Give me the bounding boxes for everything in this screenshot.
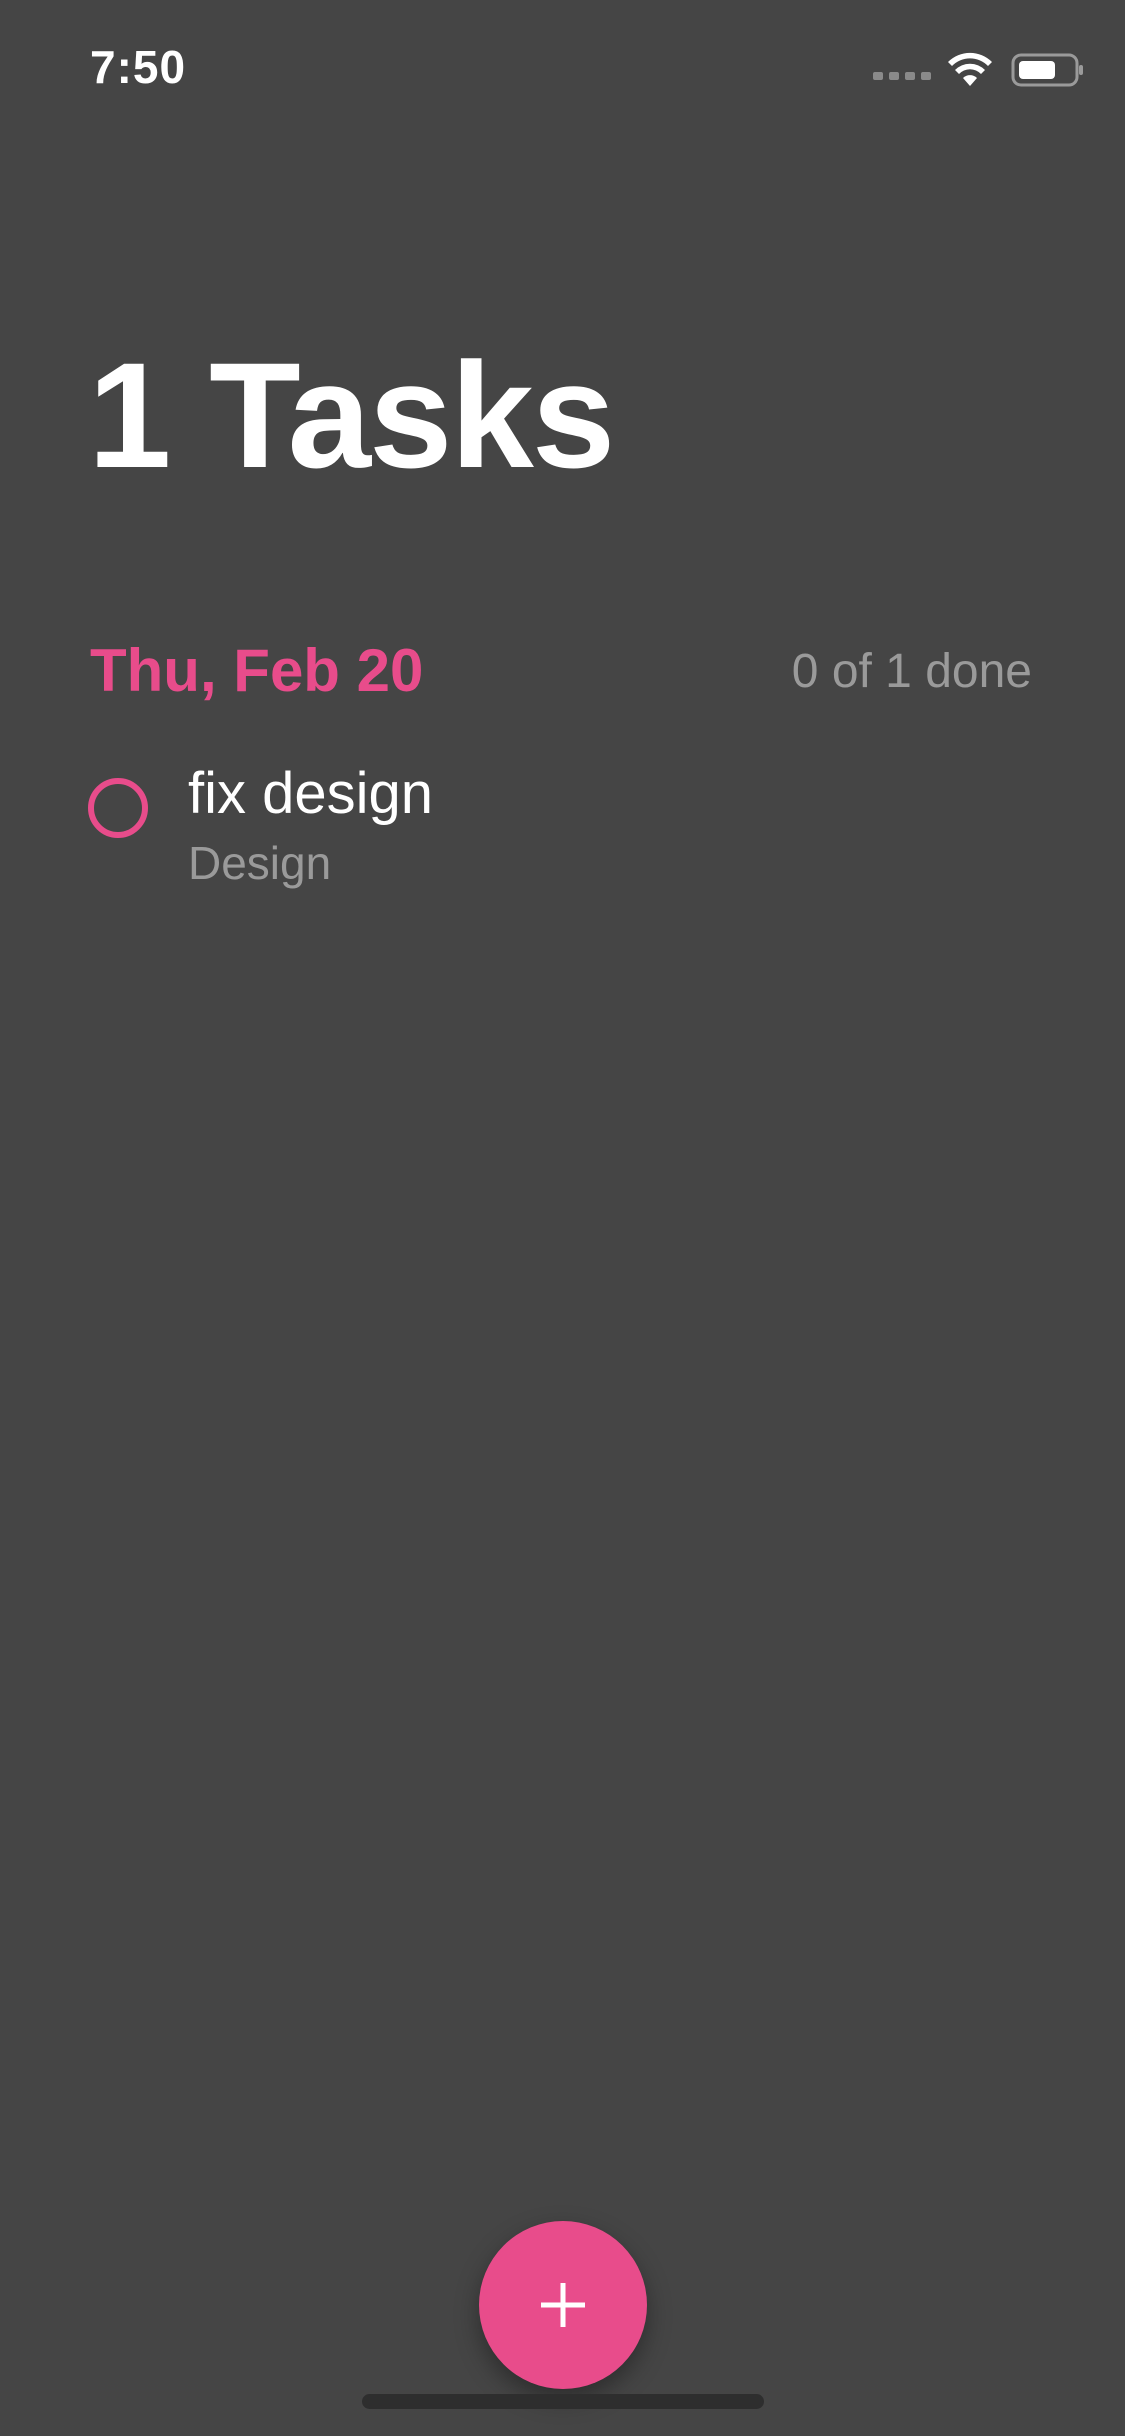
status-bar: 7:50 — [0, 0, 1125, 140]
section-header: Thu, Feb 20 0 of 1 done — [90, 636, 1032, 706]
task-category: Design — [188, 837, 332, 889]
home-indicator — [362, 2394, 764, 2409]
section-progress: 0 of 1 done — [791, 645, 1032, 698]
wifi-icon — [948, 52, 992, 86]
status-icons — [873, 50, 1085, 90]
plus-icon — [541, 2283, 585, 2327]
task-item[interactable]: fix design Design — [88, 760, 1048, 900]
circle-outline-icon[interactable] — [88, 778, 148, 838]
status-time: 7:50 — [90, 41, 187, 93]
add-task-button[interactable] — [479, 2221, 647, 2389]
battery-icon — [1011, 53, 1083, 87]
signal-icon — [873, 72, 931, 80]
page-title: 1 Tasks — [88, 331, 615, 499]
task-title: fix design — [188, 761, 434, 826]
section-date: Thu, Feb 20 — [90, 637, 424, 704]
